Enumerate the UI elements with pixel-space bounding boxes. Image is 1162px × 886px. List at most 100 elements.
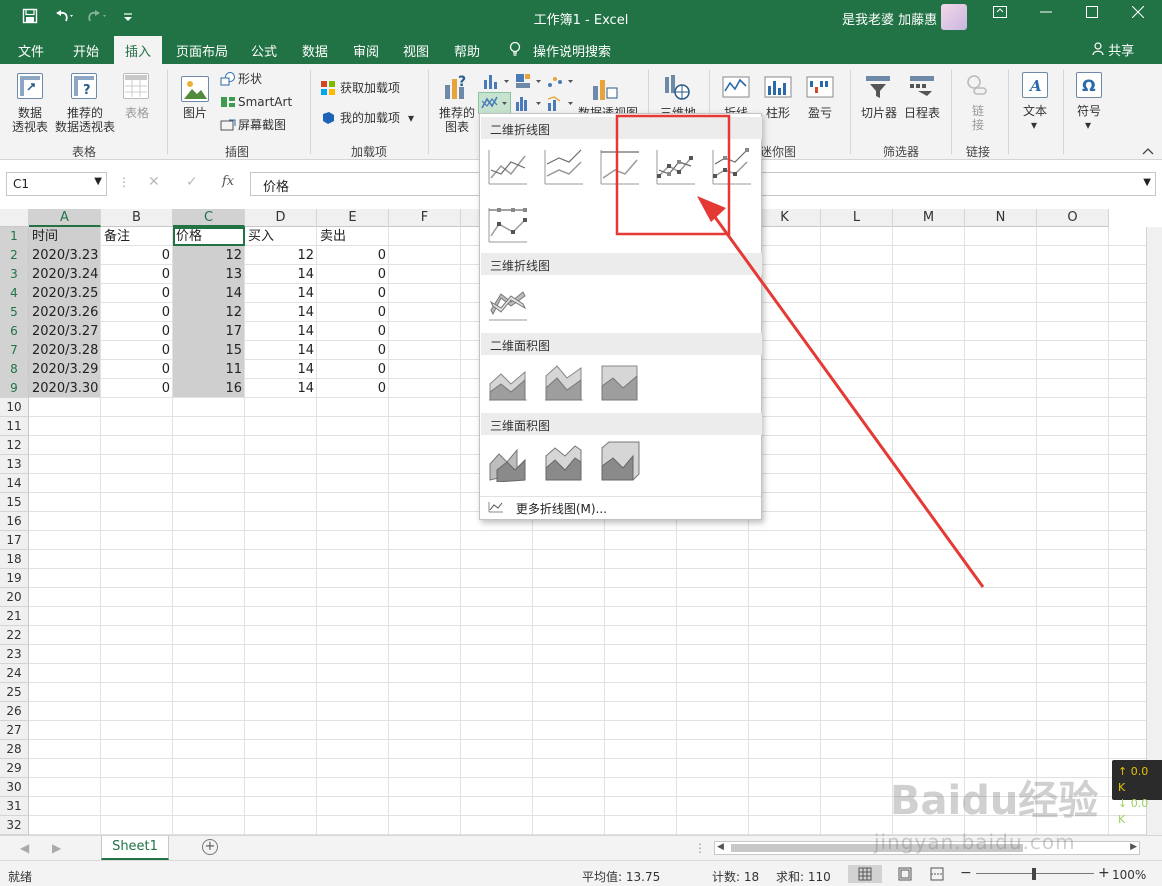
sparkline-column-button[interactable]: 柱形 xyxy=(760,106,796,120)
column-header-b[interactable]: B xyxy=(101,209,173,227)
scatter-chart-icon[interactable] xyxy=(546,72,576,93)
table-cell[interactable]: 2020/3.26 xyxy=(29,303,101,322)
row-header[interactable]: 9 xyxy=(0,379,29,398)
table-cell[interactable]: 0 xyxy=(101,303,173,322)
row-header[interactable]: 25 xyxy=(0,683,29,702)
table-header-cell[interactable]: 时间 xyxy=(29,227,101,246)
table-header-cell[interactable]: 买入 xyxy=(245,227,317,246)
column-header-m[interactable]: M xyxy=(893,209,965,227)
sparkline-winloss-button[interactable]: 盈亏 xyxy=(802,106,838,120)
3d-stacked-area-chart-icon[interactable] xyxy=(543,440,585,482)
pivot-table-button[interactable]: 数据 透视表 xyxy=(6,106,54,134)
table-cell[interactable]: 2020/3.24 xyxy=(29,265,101,284)
chevron-down-icon[interactable]: ▾ xyxy=(408,111,414,125)
recommended-charts-button[interactable]: 推荐的 图表 xyxy=(436,106,478,134)
combo-chart-icon[interactable] xyxy=(546,94,576,115)
timeline-button[interactable]: 日程表 xyxy=(900,106,944,120)
table-cell[interactable]: 2020/3.27 xyxy=(29,322,101,341)
vertical-scrollbar[interactable] xyxy=(1146,227,1162,835)
line-chart-dropdown-button[interactable] xyxy=(478,92,511,114)
100-stacked-line-chart-icon[interactable] xyxy=(599,144,641,186)
table-cell[interactable]: 0 xyxy=(317,322,389,341)
tab-review[interactable]: 审阅 xyxy=(353,41,379,60)
3d-area-chart-icon[interactable] xyxy=(487,440,529,483)
sparkline-line-icon[interactable] xyxy=(722,74,750,100)
tab-help[interactable]: 帮助 xyxy=(454,41,480,60)
row-header[interactable]: 12 xyxy=(0,436,29,455)
zoom-slider-thumb[interactable] xyxy=(1032,868,1036,880)
table-cell[interactable]: 14 xyxy=(173,284,245,303)
table-cell[interactable]: 2020/3.30 xyxy=(29,379,101,398)
maximize-icon[interactable] xyxy=(1072,6,1112,22)
row-header[interactable]: 21 xyxy=(0,607,29,626)
statistic-chart-icon[interactable] xyxy=(514,94,544,115)
row-header[interactable]: 3 xyxy=(0,265,29,284)
row-header[interactable]: 23 xyxy=(0,645,29,664)
table-cell[interactable]: 0 xyxy=(317,284,389,303)
line-chart-icon[interactable] xyxy=(487,144,529,186)
confirm-icon[interactable]: ✓ xyxy=(186,174,198,190)
row-header[interactable]: 22 xyxy=(0,626,29,645)
row-header[interactable]: 18 xyxy=(0,550,29,569)
row-header[interactable]: 14 xyxy=(0,474,29,493)
row-header[interactable]: 4 xyxy=(0,284,29,303)
table-cell[interactable]: 15 xyxy=(173,341,245,360)
table-cell[interactable]: 14 xyxy=(245,284,317,303)
table-cell[interactable]: 14 xyxy=(245,303,317,322)
table-cell[interactable]: 11 xyxy=(173,360,245,379)
row-header[interactable]: 15 xyxy=(0,493,29,512)
hierarchy-chart-icon[interactable] xyxy=(514,72,544,93)
collapse-ribbon-icon[interactable] xyxy=(1142,144,1154,158)
zoom-in-icon[interactable]: + xyxy=(1098,865,1110,881)
table-cell[interactable]: 16 xyxy=(173,379,245,398)
column-header-o[interactable]: O xyxy=(1037,209,1109,227)
table-header-cell[interactable]: 价格 xyxy=(173,227,245,246)
row-header[interactable]: 10 xyxy=(0,398,29,417)
row-header[interactable]: 28 xyxy=(0,740,29,759)
slicer-button[interactable]: 切片器 xyxy=(858,106,900,120)
100-stacked-area-chart-icon[interactable] xyxy=(599,360,641,402)
table-cell[interactable]: 2020/3.23 xyxy=(29,246,101,265)
column-header-l[interactable]: L xyxy=(821,209,893,227)
row-header[interactable]: 31 xyxy=(0,797,29,816)
table-cell[interactable]: 2020/3.25 xyxy=(29,284,101,303)
column-header-a[interactable]: A xyxy=(29,209,101,227)
stacked-area-chart-icon[interactable] xyxy=(543,360,585,402)
chevron-down-icon[interactable]: ▾ xyxy=(1085,118,1091,132)
3d-line-chart-icon[interactable] xyxy=(487,280,529,322)
select-all-corner[interactable] xyxy=(0,209,29,227)
screenshot-button[interactable]: 屏幕截图 xyxy=(238,118,286,132)
text-button[interactable]: 文本 xyxy=(1018,104,1052,118)
row-header[interactable]: 6 xyxy=(0,322,29,341)
add-sheet-icon[interactable]: + xyxy=(202,839,218,855)
row-header[interactable]: 17 xyxy=(0,531,29,550)
row-header[interactable]: 16 xyxy=(0,512,29,531)
table-cell[interactable]: 0 xyxy=(317,379,389,398)
row-header[interactable]: 20 xyxy=(0,588,29,607)
minimize-icon[interactable] xyxy=(1026,6,1066,22)
picture-button[interactable]: 图片 xyxy=(178,106,212,120)
pivot-table-icon[interactable] xyxy=(17,73,43,99)
table-cell[interactable]: 0 xyxy=(101,284,173,303)
table-cell[interactable]: 0 xyxy=(101,246,173,265)
row-header[interactable]: 19 xyxy=(0,569,29,588)
link-button[interactable]: 链接 xyxy=(970,104,986,132)
table-cell[interactable]: 2020/3.28 xyxy=(29,341,101,360)
normal-view-icon[interactable] xyxy=(848,865,882,883)
row-header[interactable]: 8 xyxy=(0,360,29,379)
row-header[interactable]: 24 xyxy=(0,664,29,683)
tab-page-layout[interactable]: 页面布局 xyxy=(176,41,228,60)
close-icon[interactable] xyxy=(1118,5,1158,22)
symbol-button[interactable]: 符号 xyxy=(1072,104,1106,118)
sparkline-winloss-icon[interactable] xyxy=(806,74,834,100)
table-cell[interactable]: 0 xyxy=(101,322,173,341)
picture-icon[interactable] xyxy=(181,76,209,102)
row-header[interactable]: 5 xyxy=(0,303,29,322)
text-icon[interactable]: A xyxy=(1022,72,1048,98)
shapes-button[interactable]: 形状 xyxy=(238,72,262,86)
my-addins-button[interactable]: 我的加载项 xyxy=(340,111,400,125)
table-cell[interactable]: 14 xyxy=(245,322,317,341)
stacked-line-with-markers-icon[interactable] xyxy=(711,144,753,186)
scroll-left-icon[interactable]: ◀ xyxy=(717,842,724,852)
more-line-charts-item[interactable]: 更多折线图(M)... xyxy=(480,496,761,518)
